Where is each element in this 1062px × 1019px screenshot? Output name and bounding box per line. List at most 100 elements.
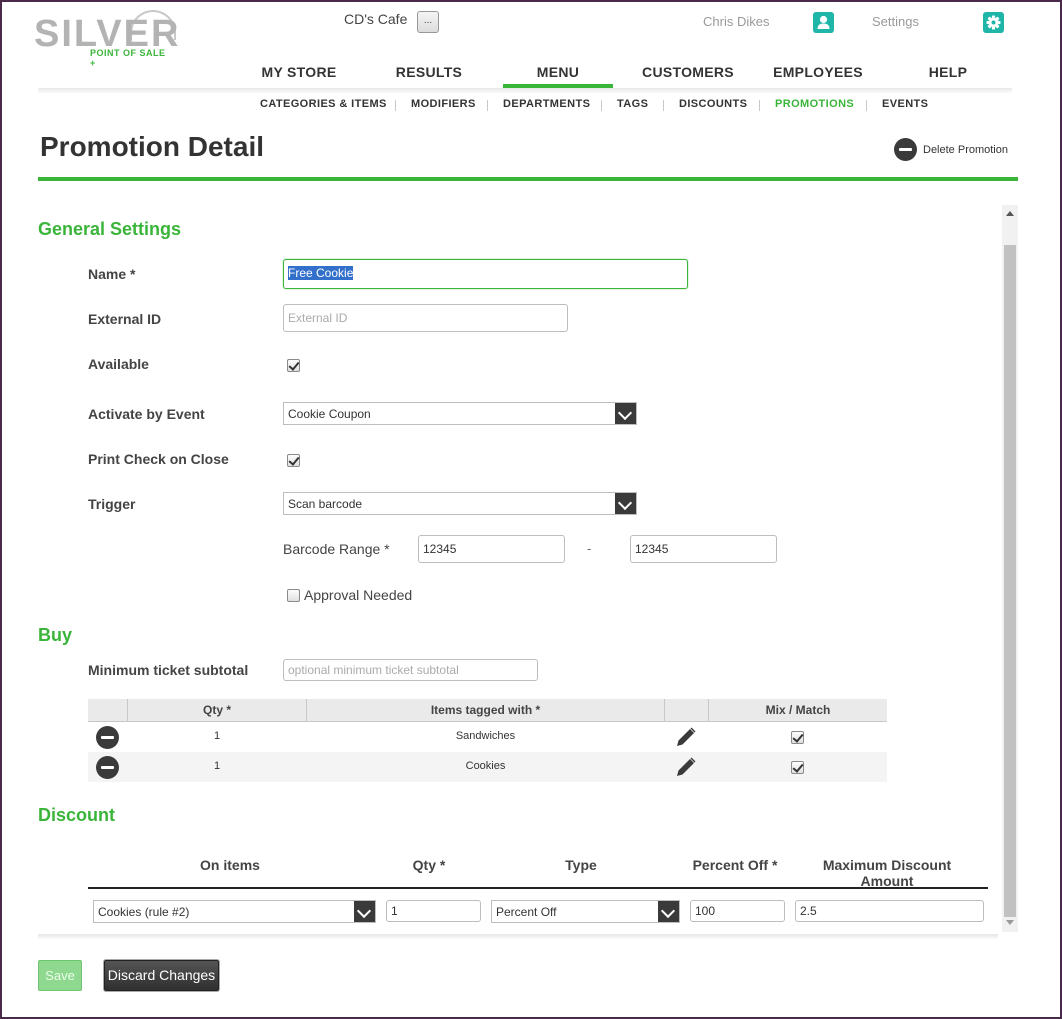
delete-promotion-button[interactable]: Delete Promotion — [894, 138, 1008, 162]
barcode-from-input[interactable]: 12345 — [418, 535, 565, 563]
row-tag: Cookies — [465, 760, 506, 772]
subnav-separator — [663, 100, 664, 111]
percent-off-input[interactable]: 100 — [690, 900, 785, 922]
discard-changes-button[interactable]: Discard Changes — [104, 960, 219, 991]
subnav-tags[interactable]: TAGS — [617, 98, 648, 110]
subnav-departments[interactable]: DEPARTMENTS — [503, 98, 590, 110]
col-type: Type — [565, 857, 597, 873]
subnav-separator — [487, 100, 488, 111]
max-discount-input[interactable]: 2.5 — [795, 900, 984, 922]
nav-help[interactable]: HELP — [892, 64, 1004, 88]
store-switch-button[interactable]: ... — [417, 11, 439, 33]
chevron-down-icon — [615, 403, 636, 424]
chevron-down-icon — [354, 901, 375, 922]
name-input-value: Free Cookie — [288, 266, 354, 280]
row-qty: 1 — [213, 730, 221, 742]
nav-my-store[interactable]: MY STORE — [232, 64, 366, 88]
pencil-icon[interactable] — [674, 725, 698, 749]
discount-qty-value: 1 — [391, 904, 398, 918]
external-id-input[interactable]: External ID — [283, 304, 568, 332]
subnav-promotions[interactable]: PROMOTIONS — [775, 98, 854, 110]
pencil-icon[interactable] — [674, 755, 698, 779]
minus-circle-icon — [894, 138, 917, 161]
row-tag: Sandwiches — [455, 730, 516, 742]
nav-results[interactable]: RESULTS — [362, 64, 496, 88]
scrollbar-thumb[interactable] — [1004, 245, 1016, 917]
available-checkbox[interactable] — [287, 359, 300, 372]
col-max-discount: Maximum Discount Amount — [822, 857, 952, 889]
nav-menu[interactable]: MENU — [503, 64, 613, 88]
nav-employees[interactable]: EMPLOYEES — [753, 64, 883, 88]
user-name-link[interactable]: Chris Dikes — [703, 14, 769, 29]
subnav-separator — [601, 100, 602, 111]
save-button[interactable]: Save — [38, 960, 82, 991]
chevron-down-icon — [615, 493, 636, 514]
col-qty: Qty * — [412, 857, 446, 873]
row-mix-match-checkbox[interactable] — [791, 761, 804, 774]
logo-tagline: POINT OF SALE + — [90, 48, 166, 68]
print-check-checkbox[interactable] — [287, 454, 300, 467]
subnav-separator — [395, 100, 396, 111]
on-items-select[interactable]: Cookies (rule #2) — [93, 900, 376, 923]
activate-by-event-label: Activate by Event — [88, 406, 205, 422]
barcode-to-input[interactable]: 12345 — [630, 535, 777, 563]
row-qty: 1 — [213, 760, 221, 772]
external-id-placeholder: External ID — [288, 311, 348, 325]
subnav-categories-items[interactable]: CATEGORIES & ITEMS — [260, 98, 387, 110]
row-mix-match-checkbox[interactable] — [791, 731, 804, 744]
name-label: Name * — [88, 266, 136, 282]
scroll-up-arrow-icon[interactable] — [1006, 211, 1014, 216]
content-bottom-divider — [38, 934, 998, 940]
col-percent-off: Percent Off * — [692, 857, 778, 873]
section-buy: Buy — [38, 625, 73, 645]
col-mix-match: Mix / Match — [765, 703, 831, 717]
col-on-items: On items — [200, 857, 260, 873]
activate-by-event-value: Cookie Coupon — [288, 407, 371, 421]
nav-divider — [38, 88, 1012, 94]
column-divider — [664, 699, 665, 722]
approval-needed-checkbox[interactable] — [287, 589, 300, 602]
subnav-separator — [759, 100, 760, 111]
barcode-range-label: Barcode Range * — [283, 541, 390, 557]
silver-logo[interactable]: SILVER POINT OF SALE + — [34, 10, 178, 68]
section-discount: Discount — [38, 805, 116, 825]
discount-qty-input[interactable]: 1 — [386, 900, 481, 922]
min-subtotal-label: Minimum ticket subtotal — [88, 662, 249, 678]
col-qty: Qty * — [202, 703, 231, 717]
col-items-tagged: Items tagged with * — [430, 703, 541, 717]
remove-row-icon[interactable] — [96, 726, 119, 749]
subnav-discounts[interactable]: DISCOUNTS — [679, 98, 747, 110]
discount-type-value: Percent Off — [496, 905, 557, 919]
scroll-down-arrow-icon[interactable] — [1006, 920, 1014, 925]
barcode-to-value: 12345 — [635, 542, 669, 556]
delete-promotion-label: Delete Promotion — [923, 143, 1008, 156]
approval-needed-label[interactable]: Approval Needed — [304, 587, 412, 603]
percent-off-value: 100 — [695, 904, 716, 918]
gear-icon[interactable] — [983, 12, 1004, 33]
barcode-from-value: 12345 — [423, 542, 457, 556]
min-subtotal-input[interactable]: optional minimum ticket subtotal — [283, 659, 538, 681]
nav-customers[interactable]: CUSTOMERS — [623, 64, 753, 88]
table-row: 1 Sandwiches — [88, 722, 887, 752]
subnav-events[interactable]: EVENTS — [882, 98, 928, 110]
discount-type-select[interactable]: Percent Off — [491, 900, 680, 923]
title-divider — [38, 177, 1018, 181]
settings-link[interactable]: Settings — [872, 14, 919, 29]
trigger-label: Trigger — [88, 496, 136, 512]
subnav-modifiers[interactable]: MODIFIERS — [411, 98, 476, 110]
section-general-settings: General Settings — [38, 219, 182, 239]
user-icon[interactable] — [813, 12, 834, 33]
remove-row-icon[interactable] — [96, 756, 119, 779]
name-input[interactable]: Free Cookie — [283, 259, 688, 289]
chevron-down-icon — [658, 901, 679, 922]
min-subtotal-placeholder: optional minimum ticket subtotal — [288, 663, 459, 677]
store-name: CD's Cafe — [344, 11, 408, 27]
main-nav: MY STORE RESULTS MENU CUSTOMERS EMPLOYEE… — [232, 64, 1012, 88]
trigger-select[interactable]: Scan barcode — [283, 492, 637, 515]
subnav-separator — [866, 100, 867, 111]
max-discount-value: 2.5 — [800, 904, 817, 918]
external-id-label: External ID — [88, 311, 162, 327]
activate-by-event-select[interactable]: Cookie Coupon — [283, 402, 637, 425]
table-row: 1 Cookies — [88, 752, 887, 782]
print-check-label: Print Check on Close — [88, 451, 229, 467]
